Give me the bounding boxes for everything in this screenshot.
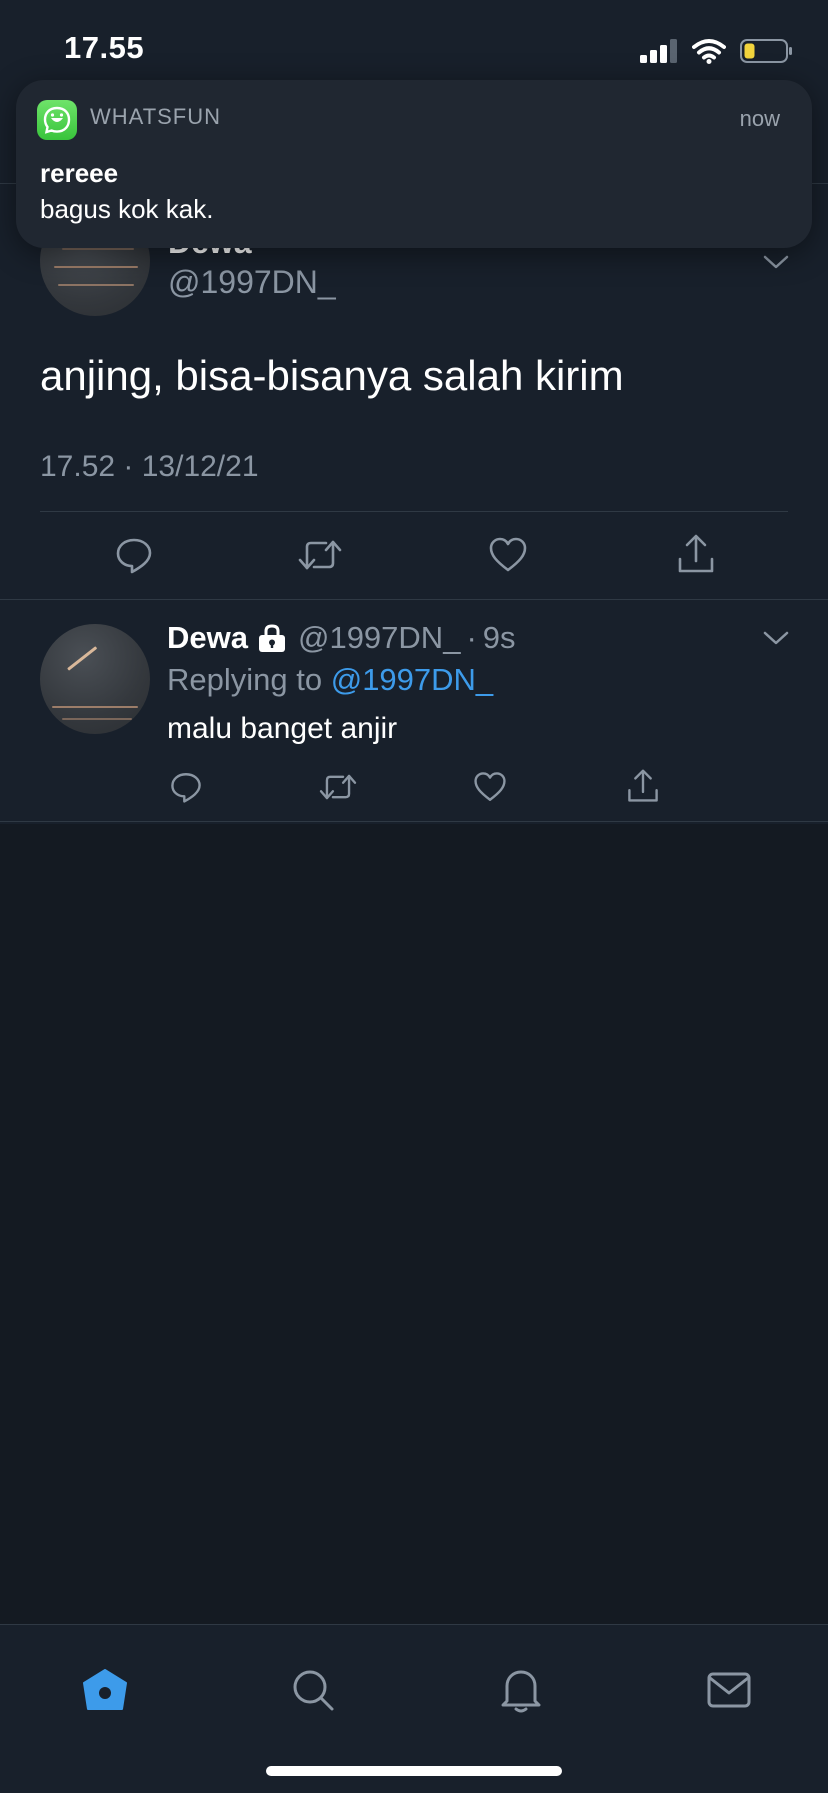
status-icons (640, 36, 794, 66)
reply-retweet-icon[interactable] (319, 770, 357, 804)
notifications-icon (501, 1670, 541, 1713)
tab-search[interactable] (288, 1665, 338, 1715)
main-tweet-timestamp[interactable]: 17.52 · 13/12/21 (40, 450, 259, 484)
status-time: 17.55 (64, 30, 145, 65)
reply-tweet-avatar[interactable] (40, 624, 150, 734)
tab-messages[interactable] (704, 1665, 754, 1715)
tab-notifications[interactable] (496, 1665, 546, 1715)
reply-tweet-text: malu banget anjir (167, 712, 398, 745)
battery-icon (740, 39, 792, 63)
replying-to-handle-link[interactable]: @1997DN_ (331, 662, 493, 697)
reply-tweet-author-name[interactable]: Dewa (167, 620, 248, 656)
messages-icon (707, 1672, 751, 1708)
cellular-signal-icon (640, 39, 677, 63)
notification-app-name: WHATSFUN (90, 104, 222, 129)
protected-lock-icon (258, 624, 285, 652)
reply-icon[interactable] (114, 535, 154, 575)
retweet-icon[interactable] (298, 535, 342, 575)
reply-reply-icon[interactable] (169, 770, 203, 804)
smile-chat-icon (43, 106, 71, 134)
notification-body: bagus kok kak. (40, 194, 214, 224)
main-tweet-handle[interactable]: @1997DN_ (168, 264, 336, 301)
whatsfun-app-icon (37, 100, 77, 140)
home-indicator[interactable] (266, 1766, 562, 1776)
home-icon (83, 1669, 127, 1710)
reply-tweet-separator: · (466, 620, 477, 655)
tab-home[interactable] (80, 1665, 130, 1715)
notification-banner[interactable]: WHATSFUN now rereee bagus kok kak. (16, 80, 812, 248)
tweet-divider (0, 599, 828, 600)
reply-divider (0, 821, 828, 822)
meta-divider (40, 511, 788, 512)
wifi-icon (692, 39, 726, 64)
share-icon[interactable] (676, 533, 716, 575)
reply-tweet-header: Dewa @1997DN_ · 9s (167, 620, 516, 656)
reply-tweet-time: 9s (482, 620, 516, 655)
search-icon (293, 1670, 334, 1711)
replying-to-line: Replying to @1997DN_ (167, 662, 493, 698)
reply-share-icon[interactable] (626, 768, 660, 804)
reply-tweet-handle[interactable]: @1997DN_ (298, 620, 460, 656)
replying-to-label: Replying to (167, 662, 323, 697)
notification-time: now (739, 106, 780, 131)
reply-tweet-options-chevron-icon[interactable] (763, 630, 789, 646)
notification-title: rereee (40, 158, 119, 188)
reply-like-icon[interactable] (473, 770, 507, 804)
main-tweet-options-chevron-icon[interactable] (763, 254, 789, 270)
main-tweet-text: anjing, bisa-bisanya salah kirim (40, 352, 624, 399)
like-icon[interactable] (488, 535, 528, 575)
